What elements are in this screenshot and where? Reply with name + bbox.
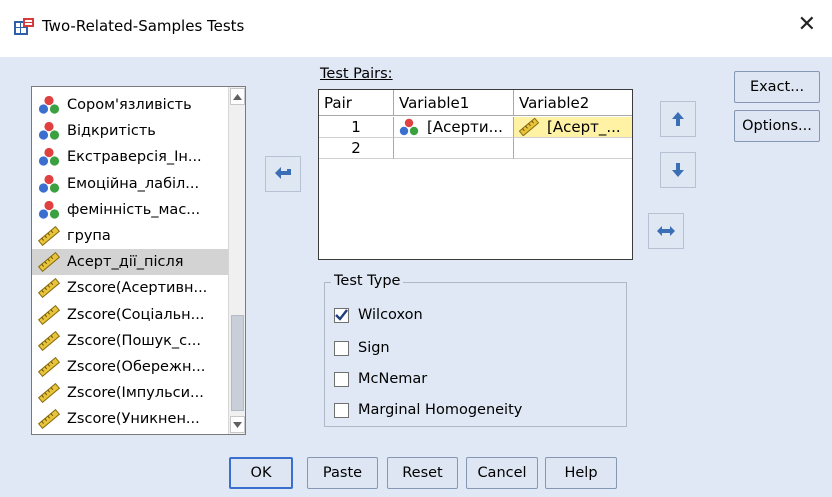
variable-list-items: Сором'язливість Відкритість Екстраверсія_І… — [32, 92, 228, 432]
grid-header: Pair Variable1 Variable2 — [319, 90, 632, 116]
arrow-left-icon — [275, 167, 291, 179]
window-title: Two-Related-Samples Tests — [42, 17, 245, 35]
pair-variable1-cell[interactable] — [394, 138, 514, 159]
list-item[interactable]: Zscore(Соціальн... — [32, 302, 228, 328]
list-item-label: Асерт_дії_після — [67, 254, 184, 271]
arrow-down-icon — [672, 163, 684, 177]
scale-variable-icon — [519, 118, 539, 136]
scale-variable-icon — [38, 330, 60, 351]
dialog-window: Two-Related-Samples Tests ✕ Сором'язливі… — [0, 0, 832, 497]
list-item[interactable]: фемінність_мас... — [32, 197, 228, 223]
list-item-label: Zscore(Соціальн... — [67, 306, 205, 323]
sign-checkbox[interactable] — [334, 340, 349, 356]
list-item[interactable]: група — [32, 223, 228, 249]
list-item[interactable]: Екстраверсія_Ін... — [32, 144, 228, 170]
check-mark-icon — [335, 309, 348, 321]
list-item[interactable]: Zscore(Асертивн... — [32, 275, 228, 301]
scale-variable-icon — [38, 278, 60, 299]
nominal-variable-icon — [399, 118, 419, 136]
list-item-label: Zscore(Імпульси... — [67, 385, 204, 402]
mcnemar-option[interactable]: McNemar — [334, 371, 427, 387]
list-item-label: фемінність_мас... — [67, 201, 201, 218]
list-item[interactable]: Емоційна_лабіл... — [32, 171, 228, 197]
list-item[interactable]: Zscore(Обережн... — [32, 354, 228, 380]
pair-number: 1 — [319, 117, 394, 138]
app-icon — [14, 18, 34, 35]
arrow-up-icon — [672, 112, 684, 126]
scale-variable-icon — [38, 356, 60, 377]
list-item[interactable]: Асерт_дії_після — [32, 249, 228, 276]
test-type-group: Test Type Wilcoxon Sign McNemar Marginal… — [324, 273, 627, 427]
scale-variable-icon — [38, 252, 60, 273]
list-item[interactable]: Zscore(Уникнен... — [32, 406, 228, 432]
title-bar[interactable]: Two-Related-Samples Tests ✕ — [0, 0, 832, 57]
list-item-label: група — [67, 228, 111, 245]
swap-variables-button[interactable] — [648, 213, 684, 249]
list-item-label: Відкритість — [67, 123, 156, 140]
ok-button[interactable]: OK — [229, 457, 293, 489]
mcnemar-checkbox[interactable] — [334, 371, 349, 387]
help-button[interactable]: Help — [545, 457, 617, 489]
test-type-legend: Test Type — [331, 273, 404, 289]
scale-variable-icon — [38, 409, 60, 430]
variable-list[interactable]: Сором'язливість Відкритість Екстраверсія_І… — [31, 86, 246, 435]
test-pairs-label: Test Pairs: — [320, 66, 393, 82]
marginal-homogeneity-checkbox[interactable] — [334, 402, 349, 418]
scale-variable-icon — [38, 304, 60, 325]
move-pair-up-button[interactable] — [660, 101, 696, 137]
scroll-up-icon[interactable] — [230, 88, 245, 105]
exact-button[interactable]: Exact... — [734, 71, 820, 103]
move-variable-button[interactable] — [265, 156, 301, 192]
swap-arrows-icon — [657, 226, 675, 236]
col-header-variable1: Variable1 — [394, 90, 514, 115]
options-button[interactable]: Options... — [734, 110, 820, 142]
variable-list-scrollbar[interactable] — [228, 87, 245, 434]
list-item-label: Zscore(Асертивн... — [67, 280, 208, 297]
scroll-down-icon[interactable] — [230, 416, 245, 433]
scrollbar-thumb[interactable] — [231, 315, 244, 411]
wilcoxon-checkbox[interactable] — [334, 307, 349, 323]
list-item-label: Екстраверсія_Ін... — [67, 149, 202, 166]
scale-variable-icon — [38, 383, 60, 404]
list-item-label: Zscore(Пошук_с... — [67, 332, 201, 349]
grid-row[interactable]: 1 [Асерти... [Асерт_... — [319, 117, 632, 138]
list-item[interactable]: Zscore(Імпульси... — [32, 380, 228, 406]
list-item-label: Zscore(Обережн... — [67, 358, 206, 375]
nominal-variable-icon — [38, 174, 60, 193]
nominal-variable-icon — [38, 95, 60, 114]
close-icon[interactable]: ✕ — [798, 14, 816, 36]
col-header-variable2: Variable2 — [519, 93, 590, 112]
col-header-pair: Pair — [319, 90, 394, 115]
test-pairs-grid[interactable]: Pair Variable1 Variable2 1 [Асерти... [А… — [318, 89, 633, 260]
marginal-homogeneity-option[interactable]: Marginal Homogeneity — [334, 402, 522, 418]
list-item[interactable]: Сором'язливість — [32, 92, 228, 118]
sign-option[interactable]: Sign — [334, 340, 390, 356]
reset-button[interactable]: Reset — [387, 457, 458, 489]
pair-variable1-cell[interactable]: [Асерти... — [394, 117, 514, 138]
list-item[interactable]: Відкритість — [32, 118, 228, 144]
nominal-variable-icon — [38, 148, 60, 167]
list-item[interactable]: Zscore(Пошук_с... — [32, 328, 228, 354]
nominal-variable-icon — [38, 122, 60, 140]
grid-row[interactable]: 2 — [319, 138, 632, 159]
move-pair-down-button[interactable] — [660, 152, 696, 188]
scale-variable-icon — [38, 226, 60, 247]
pair-variable2-cell[interactable]: [Асерт_... — [514, 117, 632, 138]
pair-variable2-cell[interactable] — [514, 138, 632, 159]
list-item-label: Емоційна_лабіл... — [67, 175, 200, 192]
cancel-button[interactable]: Cancel — [466, 457, 538, 489]
nominal-variable-icon — [38, 200, 60, 219]
paste-button[interactable]: Paste — [307, 457, 378, 489]
list-item-label: Сором'язливість — [67, 97, 192, 114]
list-item-label: Zscore(Уникнен... — [67, 411, 200, 428]
wilcoxon-option[interactable]: Wilcoxon — [334, 307, 423, 323]
pair-number: 2 — [319, 138, 394, 159]
